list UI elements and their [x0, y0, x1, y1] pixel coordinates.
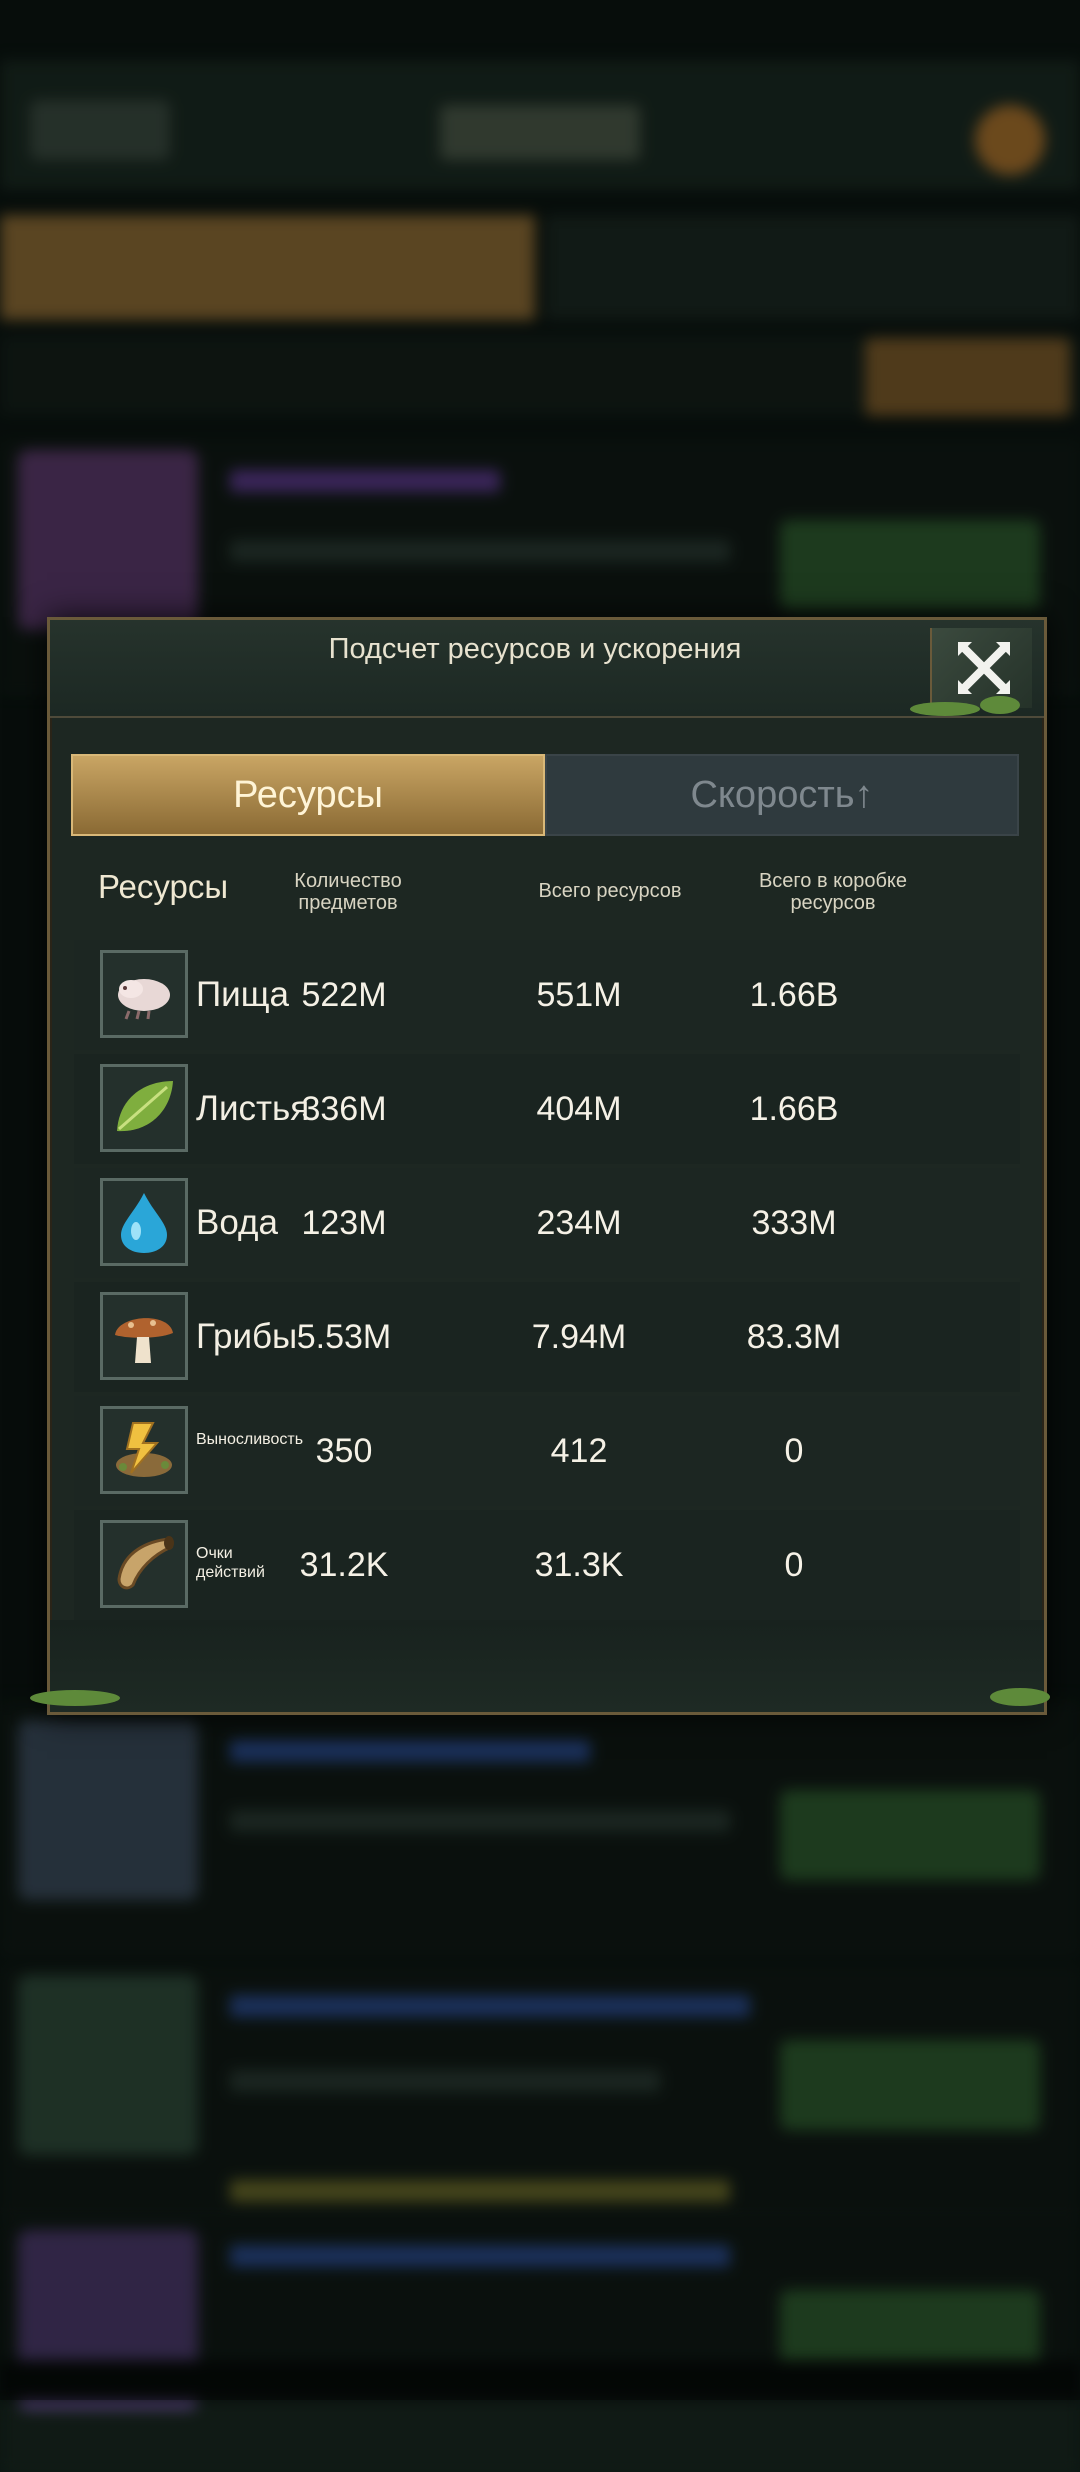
vine-decoration	[30, 1690, 120, 1706]
column-header-total-in-box: Всего в коробке ресурсов	[758, 870, 908, 914]
resource-summary-dialog: Подсчет ресурсов и ускорения Ресурсы Ско…	[30, 617, 1050, 1715]
total-in-box: 0	[784, 1546, 804, 1584]
vine-decoration	[980, 696, 1020, 714]
table-row: Выносливость 350 412 0	[74, 1396, 1020, 1506]
item-count: 350	[315, 1432, 373, 1470]
tab-speedups[interactable]: Скорость↑	[545, 754, 1019, 836]
item-count: 31.2K	[299, 1546, 389, 1584]
dialog-header: Подсчет ресурсов и ускорения	[50, 620, 1044, 718]
table-row: Пища 522M 551M 1.66B	[74, 940, 1020, 1050]
total-in-box: 1.66B	[749, 1090, 839, 1128]
total-resources: 7.94M	[531, 1318, 627, 1356]
vine-decoration	[990, 1688, 1050, 1706]
close-icon	[958, 642, 1010, 694]
table-row: Очки действий 31.2K 31.3K 0	[74, 1510, 1020, 1620]
total-in-box: 83.3M	[746, 1318, 842, 1356]
total-resources: 551M	[536, 976, 622, 1014]
dialog-footer	[50, 1620, 1044, 1712]
item-count: 123M	[301, 1204, 387, 1242]
total-resources: 404M	[536, 1090, 622, 1128]
total-resources: 234M	[536, 1204, 622, 1242]
column-header-total-resources: Всего ресурсов	[538, 880, 682, 902]
tab-resources[interactable]: Ресурсы	[71, 754, 545, 836]
table-row: Вода 123M 234M 333M	[74, 1168, 1020, 1278]
table-row: Листья 336M 404M 1.66B	[74, 1054, 1020, 1164]
horn-icon	[100, 1520, 188, 1608]
item-count: 336M	[301, 1090, 387, 1128]
stamina-icon	[100, 1406, 188, 1494]
dialog-title: Подсчет ресурсов и ускорения	[328, 633, 742, 665]
vine-decoration	[910, 702, 980, 716]
column-header-item-count: Количество предметов	[294, 870, 402, 914]
total-resources: 31.3K	[534, 1546, 624, 1584]
total-resources: 412	[550, 1432, 608, 1470]
resource-table: Пища 522M 551M 1.66B Листья 336M 404M 1.…	[74, 940, 1020, 1624]
water-drop-icon	[100, 1178, 188, 1266]
leaf-icon	[100, 1064, 188, 1152]
tab-bar: Ресурсы Скорость↑	[71, 754, 1019, 836]
mushroom-icon	[100, 1292, 188, 1380]
item-count: 522M	[301, 976, 387, 1014]
column-header-resource: Ресурсы	[98, 868, 229, 905]
total-in-box: 1.66B	[749, 976, 839, 1014]
table-row: Грибы 5.53M 7.94M 83.3M	[74, 1282, 1020, 1392]
total-in-box: 333M	[751, 1204, 837, 1242]
total-in-box: 0	[784, 1432, 804, 1470]
item-count: 5.53M	[296, 1318, 392, 1356]
larva-icon	[100, 950, 188, 1038]
close-button[interactable]	[930, 628, 1032, 708]
